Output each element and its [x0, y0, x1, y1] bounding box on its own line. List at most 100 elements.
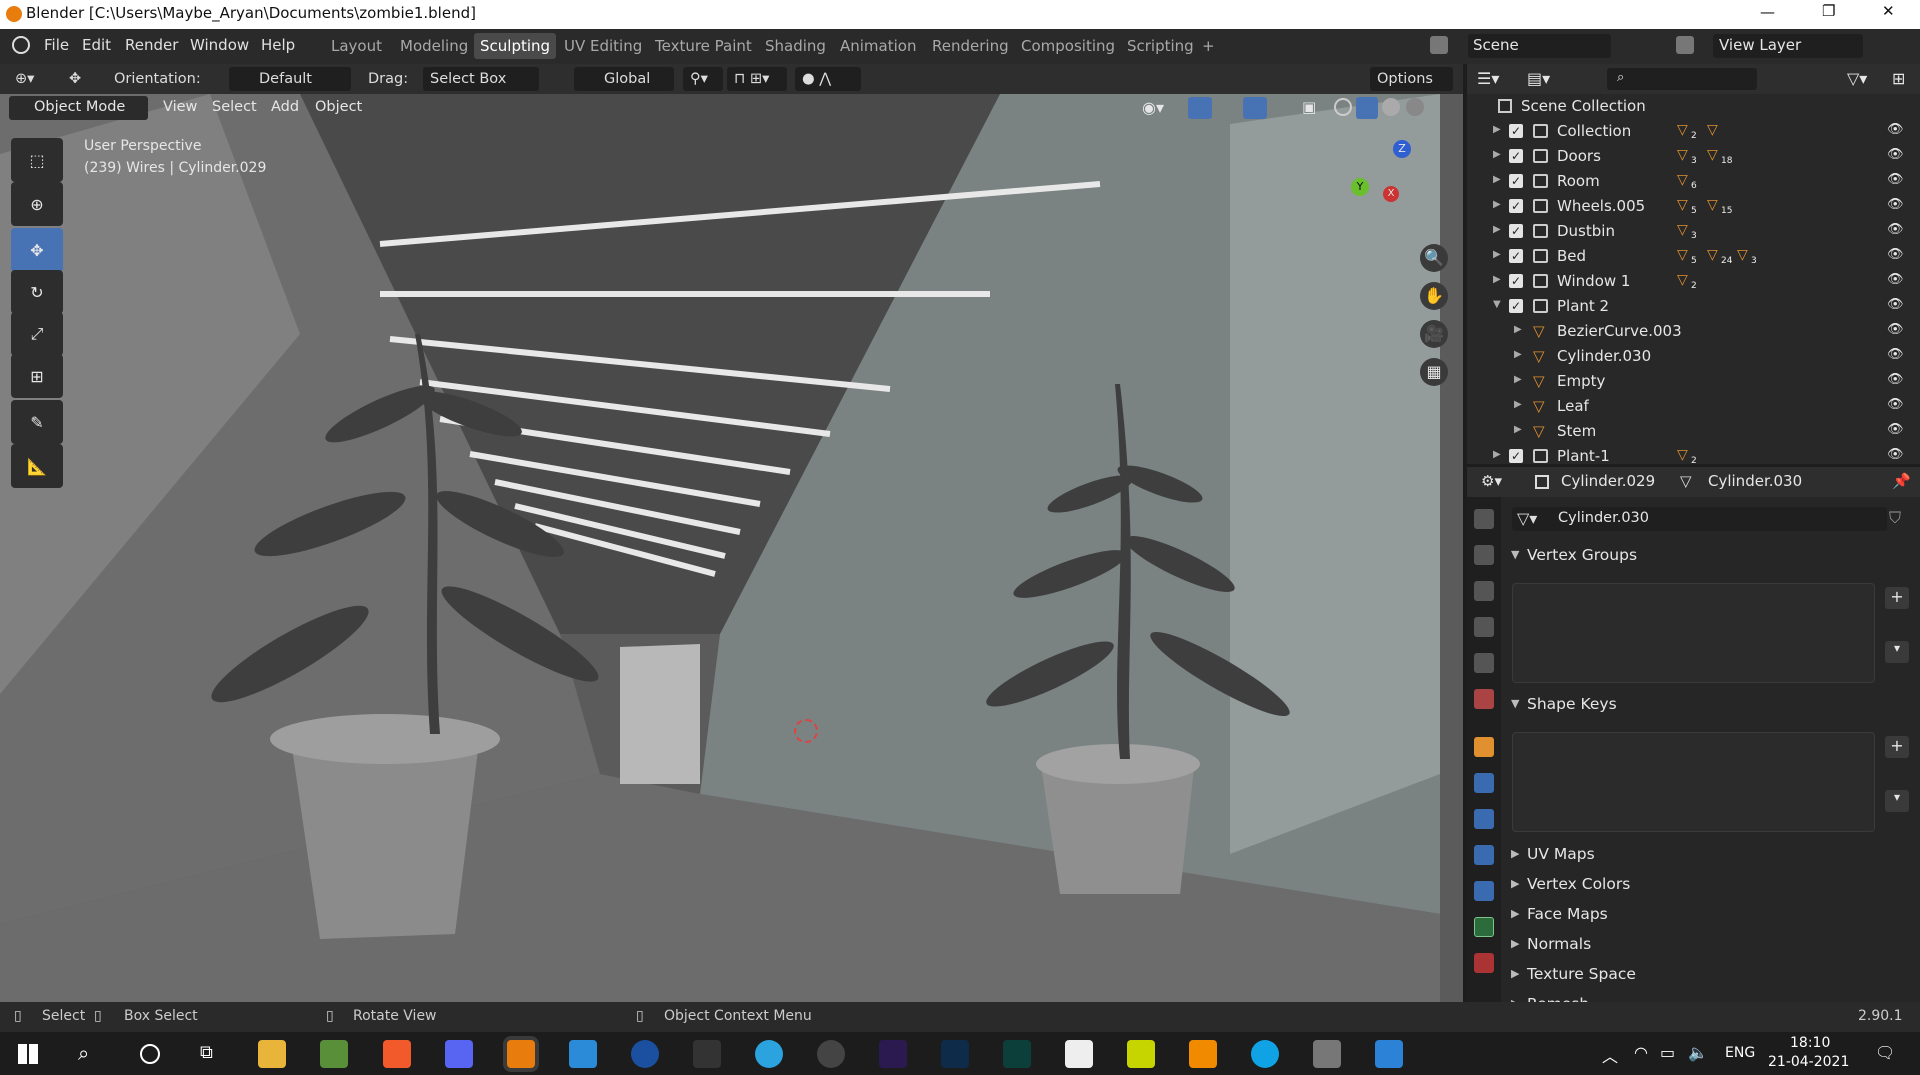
- ortho-grid-icon[interactable]: ▦: [1420, 358, 1448, 386]
- rotate-tool[interactable]: ↻: [11, 270, 63, 314]
- render-tab-icon[interactable]: [1474, 545, 1494, 565]
- panel-header[interactable]: ▶ Normals: [1507, 932, 1915, 958]
- output-tab-icon[interactable]: [1474, 581, 1494, 601]
- expand-arrow-icon[interactable]: ▶: [1514, 424, 1522, 435]
- scene-tab-icon[interactable]: [1474, 653, 1494, 673]
- expand-arrow-icon[interactable]: ▶: [1514, 349, 1522, 360]
- visibility-eye-icon[interactable]: 👁: [1887, 372, 1905, 387]
- tab-animation[interactable]: Animation: [834, 33, 922, 59]
- pin-icon[interactable]: 📌: [1892, 472, 1911, 490]
- transform-orientation-dropdown[interactable]: Global: [574, 67, 674, 91]
- specials-menu-icon[interactable]: ▾: [1885, 641, 1909, 663]
- panel-header[interactable]: ▼ Vertex Groups: [1507, 543, 1915, 569]
- properties-editor-icon[interactable]: ⚙▾: [1481, 472, 1502, 490]
- material-shading-icon[interactable]: [1382, 98, 1400, 116]
- menu-edit[interactable]: Edit: [82, 36, 111, 54]
- visibility-eye-icon[interactable]: 👁: [1887, 222, 1905, 237]
- expand-arrow-icon[interactable]: ▶: [1493, 274, 1501, 285]
- volume-icon[interactable]: 🔈: [1688, 1043, 1708, 1062]
- object-tab-icon[interactable]: [1474, 737, 1494, 757]
- expand-arrow-icon[interactable]: ▶: [1514, 324, 1522, 335]
- notifications-icon[interactable]: 🗨: [1875, 1043, 1895, 1062]
- skype-icon[interactable]: [1251, 1040, 1279, 1068]
- panel-list[interactable]: [1512, 732, 1875, 832]
- material-tab-icon[interactable]: [1474, 953, 1494, 973]
- tray-chevron-icon[interactable]: ︿: [1602, 1043, 1618, 1067]
- display-mode-icon[interactable]: ▤▾: [1527, 69, 1550, 88]
- wifi-icon[interactable]: ◠: [1634, 1043, 1648, 1062]
- cursor-tool[interactable]: ⊕: [11, 182, 63, 226]
- filter-icon[interactable]: ▽▾: [1847, 69, 1867, 88]
- exclude-checkbox[interactable]: ✓: [1509, 199, 1523, 213]
- menu-render[interactable]: Render: [125, 36, 178, 54]
- brave-icon[interactable]: [383, 1040, 411, 1068]
- breadcrumb-object[interactable]: Cylinder.029: [1561, 472, 1655, 490]
- expand-arrow-icon[interactable]: ▼: [1493, 299, 1501, 310]
- transform-tool[interactable]: ⊞: [11, 354, 63, 398]
- photos-icon[interactable]: [1375, 1040, 1403, 1068]
- audition-icon[interactable]: [1003, 1040, 1031, 1068]
- menu-file[interactable]: File: [44, 36, 69, 54]
- task-view-icon[interactable]: ⧉: [200, 1042, 213, 1063]
- constraints-tab-icon[interactable]: [1474, 881, 1494, 901]
- after-effects-icon[interactable]: [879, 1040, 907, 1068]
- close-button[interactable]: ✕: [1882, 2, 1895, 20]
- measure-tool[interactable]: 📐: [11, 444, 63, 488]
- visibility-eye-icon[interactable]: 👁: [1887, 147, 1905, 162]
- world-tab-icon[interactable]: [1474, 689, 1494, 709]
- tab-scripting[interactable]: Scripting: [1121, 33, 1200, 59]
- language-label[interactable]: ENG: [1725, 1045, 1755, 1061]
- annotate-tool[interactable]: ✎: [11, 400, 63, 444]
- obs-icon[interactable]: [817, 1040, 845, 1068]
- move-tool[interactable]: ✥: [11, 228, 63, 272]
- panel-header[interactable]: ▼ Shape Keys: [1507, 692, 1915, 718]
- editor-type-icon[interactable]: ⊕▾: [8, 67, 41, 91]
- physics-tab-icon[interactable]: [1474, 845, 1494, 865]
- outliner-editor-icon[interactable]: ☰▾: [1477, 69, 1499, 88]
- minecraft-icon[interactable]: [320, 1040, 348, 1068]
- tab-shading[interactable]: Shading: [759, 33, 832, 59]
- file-explorer-icon[interactable]: [258, 1040, 286, 1068]
- scale-tool[interactable]: ⤢: [11, 312, 63, 356]
- expand-arrow-icon[interactable]: ▶: [1493, 449, 1501, 460]
- visibility-eye-icon[interactable]: 👁: [1887, 397, 1905, 412]
- panel-collapse-icon[interactable]: ▶: [1511, 907, 1519, 920]
- visibility-icon[interactable]: ◉▾: [1142, 98, 1164, 117]
- outliner-row[interactable]: ▶ ▽ Cylinder.030 👁: [1467, 344, 1920, 369]
- panel-collapse-icon[interactable]: ▶: [1511, 877, 1519, 890]
- orientation-dropdown[interactable]: Default: [229, 67, 351, 91]
- specials-menu-icon[interactable]: ▾: [1885, 790, 1909, 812]
- outliner-row[interactable]: ▶ ✓ Room ▽ 6 👁: [1467, 169, 1920, 194]
- mesh-data-tab-icon[interactable]: [1474, 917, 1494, 937]
- tab-rendering[interactable]: Rendering: [926, 33, 1015, 59]
- outliner-row[interactable]: ▶ ✓ Wheels.005 ▽ 5 ▽ 15 👁: [1467, 194, 1920, 219]
- expand-arrow-icon[interactable]: ▶: [1514, 399, 1522, 410]
- visibility-eye-icon[interactable]: 👁: [1887, 197, 1905, 212]
- visibility-eye-icon[interactable]: 👁: [1887, 347, 1905, 362]
- outliner-row[interactable]: ▶ ✓ Bed ▽ 5 ▽ 24 ▽ 3 👁: [1467, 244, 1920, 269]
- exclude-checkbox[interactable]: ✓: [1509, 224, 1523, 238]
- outliner-row[interactable]: ▶ ▽ Leaf 👁: [1467, 394, 1920, 419]
- tab-texture-paint[interactable]: Texture Paint: [649, 33, 758, 59]
- new-collection-icon[interactable]: ⊞: [1892, 69, 1905, 88]
- outliner-search-input[interactable]: [1607, 68, 1757, 90]
- viewport-menu-select[interactable]: Select: [212, 99, 257, 115]
- battery-icon[interactable]: ▭: [1660, 1043, 1675, 1062]
- zoom-icon[interactable]: 🔍: [1420, 244, 1448, 272]
- settings-app-icon[interactable]: [1313, 1040, 1341, 1068]
- outliner-row[interactable]: ▶ ▽ Empty 👁: [1467, 369, 1920, 394]
- select-box-tool[interactable]: ⬚: [11, 138, 63, 182]
- fake-user-icon[interactable]: ⛉: [1889, 508, 1901, 528]
- visibility-eye-icon[interactable]: 👁: [1887, 122, 1905, 137]
- gizmo-toggle-icon[interactable]: [1188, 97, 1212, 119]
- options-dropdown[interactable]: Options: [1370, 67, 1453, 91]
- viewport-menu-view[interactable]: View: [163, 99, 197, 115]
- tab-sculpting[interactable]: Sculpting: [474, 33, 557, 59]
- axis-z-icon[interactable]: Z: [1393, 140, 1411, 158]
- visibility-eye-icon[interactable]: 👁: [1887, 447, 1905, 462]
- add-item-button[interactable]: +: [1885, 587, 1909, 609]
- panel-header[interactable]: ▶ Texture Space: [1507, 962, 1915, 988]
- transform-gizmo-icon[interactable]: ✥: [62, 67, 88, 91]
- breadcrumb-mesh[interactable]: Cylinder.030: [1708, 472, 1802, 490]
- expand-arrow-icon[interactable]: ▶: [1493, 199, 1501, 210]
